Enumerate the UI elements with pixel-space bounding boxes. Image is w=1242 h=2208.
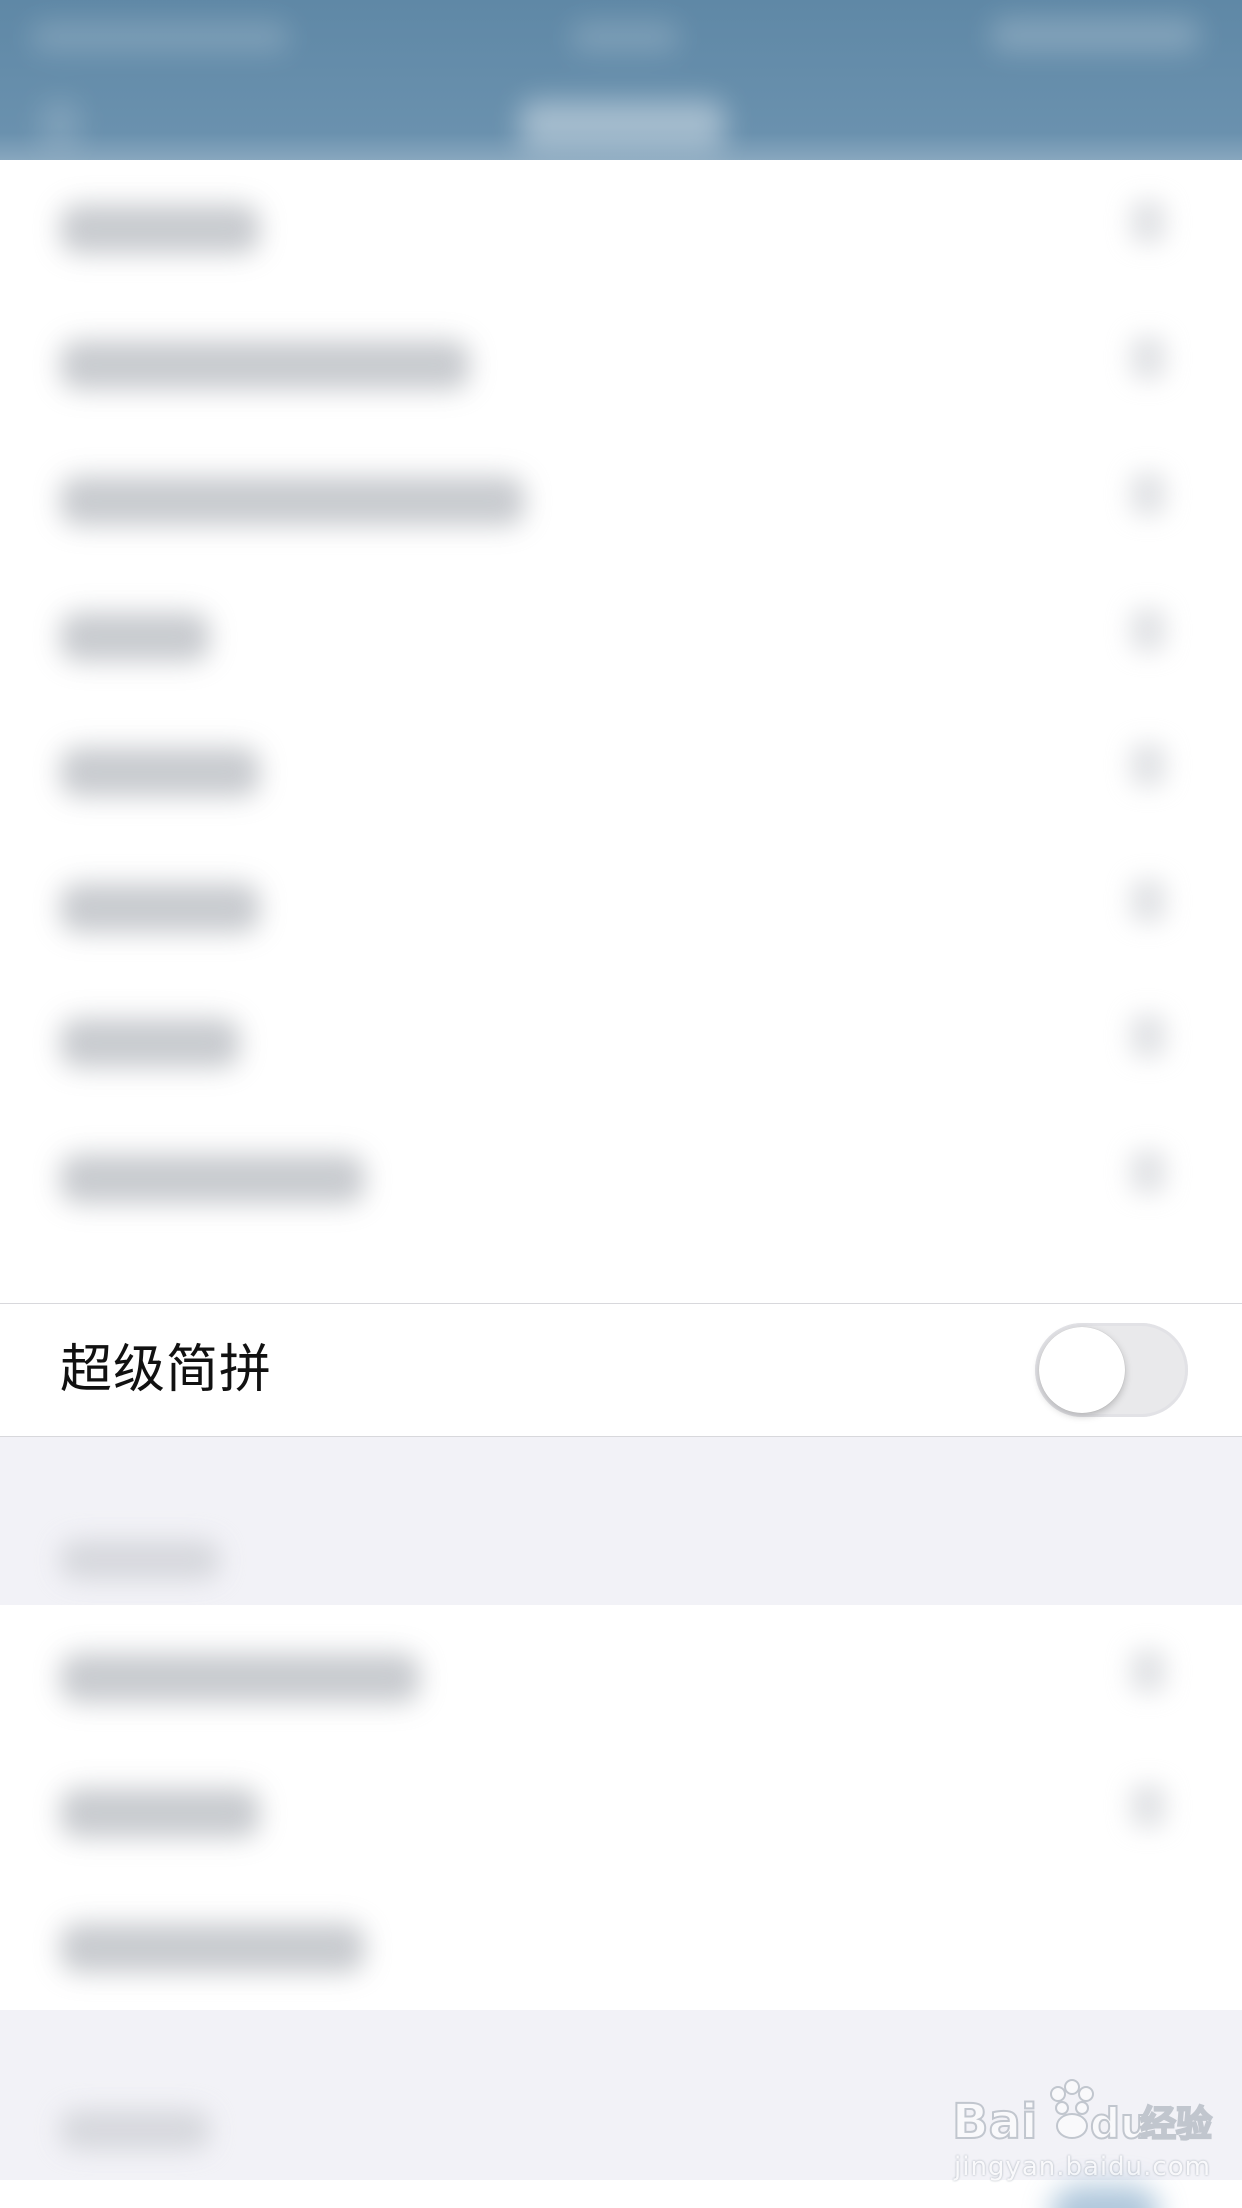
blurred-row[interactable]: [60, 1788, 260, 1838]
svg-text:经验: 经验: [1140, 2104, 1212, 2145]
chevron-right-icon: [1130, 1150, 1166, 1194]
blurred-row[interactable]: [60, 1018, 240, 1068]
blurred-row[interactable]: [60, 476, 525, 526]
chevron-right-icon: [1130, 1784, 1166, 1828]
svg-text:Bai: Bai: [952, 2094, 1037, 2150]
blurred-row[interactable]: [60, 612, 210, 662]
baidu-jingyan-watermark: Bai du 经验 jingyan.baidu.com: [950, 2072, 1230, 2192]
watermark-url: jingyan.baidu.com: [954, 2152, 1211, 2182]
blurred-row[interactable]: [60, 1653, 420, 1703]
baidu-logo: Bai du 经验: [951, 2079, 1213, 2151]
super-jianpin-label: 超级简拼: [60, 1340, 273, 1400]
blurred-row[interactable]: [60, 340, 470, 390]
back-chevron-icon[interactable]: [40, 100, 80, 150]
screen: 超级简拼 Bai du 经验 jingyan.baidu.com: [0, 0, 1242, 2208]
chevron-right-icon: [1130, 1649, 1166, 1693]
blurred-row[interactable]: [60, 204, 260, 254]
blurred-row[interactable]: [60, 1154, 365, 1204]
chevron-right-icon: [1130, 743, 1166, 787]
settings-group-input: [0, 160, 1242, 1303]
blurred-row[interactable]: [60, 747, 260, 797]
chevron-right-icon: [1130, 200, 1166, 244]
settings-group-other: [0, 1605, 1242, 2010]
toggle-knob: [1039, 1327, 1125, 1413]
blurred-section-header: [60, 1540, 220, 1580]
chevron-right-icon: [1130, 608, 1166, 652]
status-bar-left: [30, 22, 290, 52]
blurred-row[interactable]: [60, 1923, 365, 1973]
chevron-right-icon: [1130, 472, 1166, 516]
chevron-right-icon: [1130, 1014, 1166, 1058]
status-bar-time: [570, 22, 680, 52]
blurred-section-header: [60, 2110, 210, 2150]
super-jianpin-row: 超级简拼: [0, 1303, 1242, 1437]
blurred-row[interactable]: [60, 883, 260, 933]
status-bar-right: [990, 18, 1200, 52]
chevron-right-icon: [1130, 336, 1166, 380]
super-jianpin-toggle[interactable]: [1035, 1323, 1188, 1417]
chevron-right-icon: [1130, 879, 1166, 923]
nav-title-blurred: [520, 100, 725, 150]
